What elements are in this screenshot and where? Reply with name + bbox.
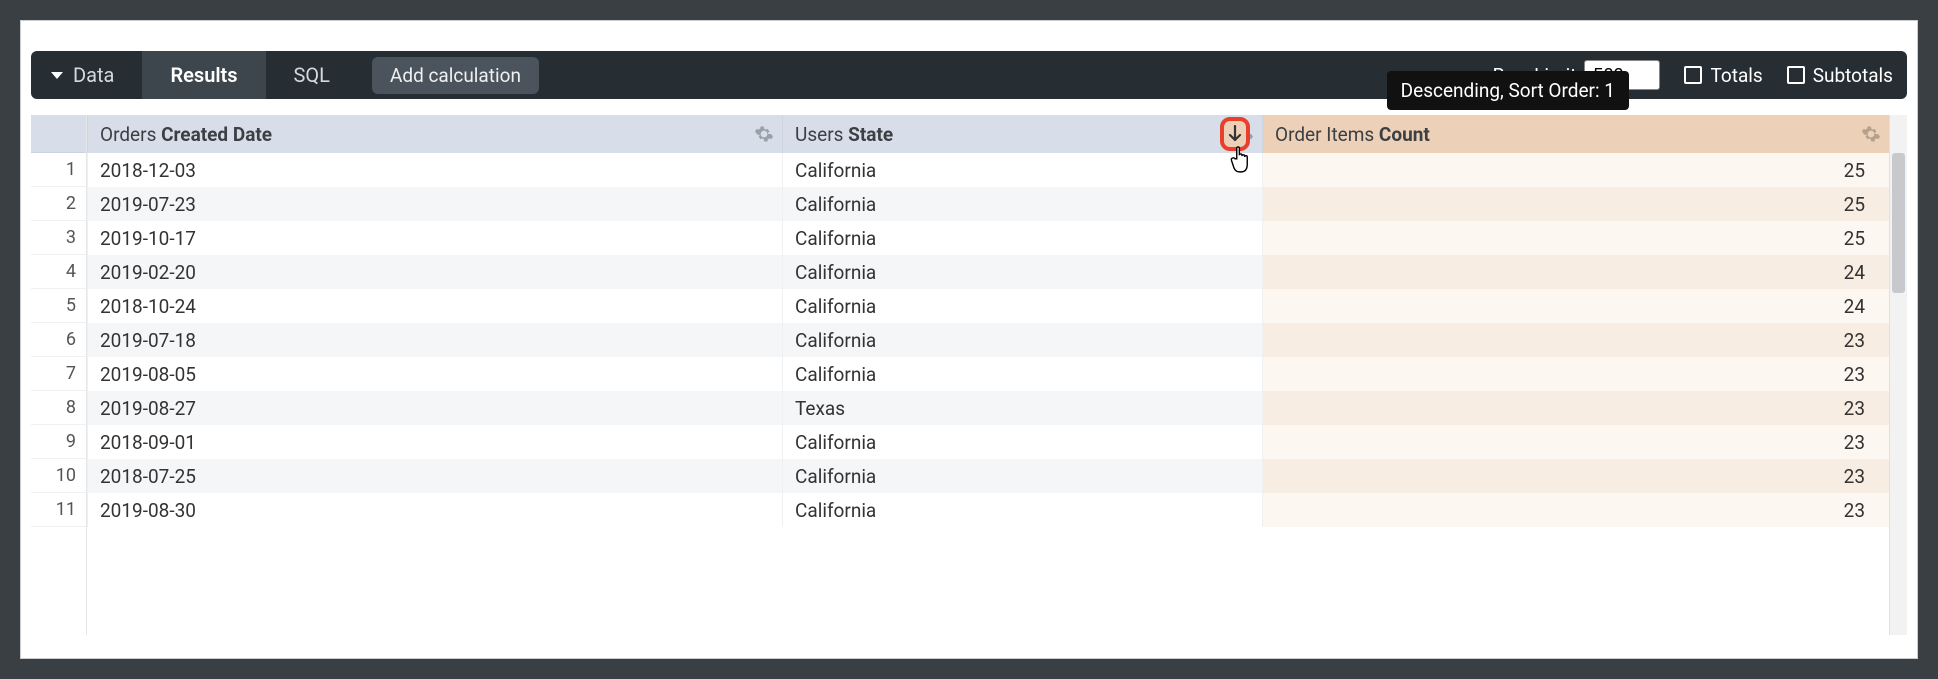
table-row[interactable]: 2019-07-23California25 [88,187,1890,221]
checkbox-icon [1787,66,1805,84]
table-row[interactable]: 2018-07-25California23 [88,459,1890,493]
table-row[interactable]: 2018-10-24California24 [88,289,1890,323]
row-number: 11 [31,493,86,527]
cell-count[interactable]: 23 [1263,425,1890,459]
cell-state[interactable]: California [783,255,1263,289]
data-area: 1234567891011 Orders Created Date [31,115,1907,635]
cell-date[interactable]: 2018-10-24 [88,289,783,323]
tab-results[interactable]: Results [142,51,265,99]
data-grid: Orders Created Date Users State [87,115,1889,635]
cell-date[interactable]: 2019-07-18 [88,323,783,357]
pointer-cursor-icon [1228,143,1256,175]
app-frame: Data Results SQL Add calculation Row Lim… [20,20,1918,659]
row-number: 4 [31,255,86,289]
row-number: 5 [31,289,86,323]
arrow-down-icon [1228,125,1242,143]
checkbox-icon [1684,66,1702,84]
cell-state[interactable]: California [783,221,1263,255]
cell-state[interactable]: California [783,323,1263,357]
row-number: 2 [31,187,86,221]
cell-state[interactable]: California [783,187,1263,221]
cell-count[interactable]: 25 [1263,221,1890,255]
table-row[interactable]: 2019-08-30California23 [88,493,1890,527]
cell-count[interactable]: 23 [1263,493,1890,527]
cell-date[interactable]: 2019-08-05 [88,357,783,391]
cell-state[interactable]: California [783,289,1263,323]
column-prefix: Users [795,123,848,146]
gear-icon[interactable] [754,124,774,144]
vertical-scrollbar[interactable] [1889,115,1907,635]
subtotals-label: Subtotals [1813,64,1893,87]
row-number: 3 [31,221,86,255]
cell-count[interactable]: 23 [1263,323,1890,357]
column-header-count[interactable]: Order Items Count [1263,115,1890,153]
row-number: 6 [31,323,86,357]
caret-down-icon [51,72,63,79]
row-number: 9 [31,425,86,459]
row-number: 7 [31,357,86,391]
cell-date[interactable]: 2018-12-03 [88,153,783,187]
tab-sql-label: SQL [294,63,330,87]
row-number: 8 [31,391,86,425]
cell-date[interactable]: 2018-09-01 [88,425,783,459]
column-bold: State [848,123,893,146]
cell-date[interactable]: 2019-07-23 [88,187,783,221]
table-row[interactable]: 2018-12-03California25 [88,153,1890,187]
table-row[interactable]: 2018-09-01California23 [88,425,1890,459]
add-calculation-label: Add calculation [390,64,521,87]
column-header-created-date[interactable]: Orders Created Date [88,115,783,153]
column-bold: Count [1379,123,1430,146]
column-prefix: Orders [100,123,161,146]
table-row[interactable]: 2019-07-18California23 [88,323,1890,357]
cell-count[interactable]: 23 [1263,357,1890,391]
totals-label: Totals [1710,64,1762,87]
column-header-state[interactable]: Users State [783,115,1263,153]
cell-state[interactable]: Texas [783,391,1263,425]
cell-count[interactable]: 25 [1263,187,1890,221]
cell-state[interactable]: California [783,493,1263,527]
cell-count[interactable]: 24 [1263,289,1890,323]
table-row[interactable]: 2019-08-27Texas23 [88,391,1890,425]
scrollbar-thumb[interactable] [1892,153,1905,293]
sort-tooltip: Descending, Sort Order: 1 [1387,71,1629,110]
cell-count[interactable]: 24 [1263,255,1890,289]
totals-checkbox[interactable]: Totals [1684,64,1762,87]
tab-data-label: Data [73,63,114,87]
subtotals-checkbox[interactable]: Subtotals [1787,64,1893,87]
row-number: 1 [31,153,86,187]
rownum-column: 1234567891011 [31,115,87,635]
tab-sql[interactable]: SQL [266,51,358,99]
tab-results-label: Results [170,63,237,87]
cell-date[interactable]: 2019-08-30 [88,493,783,527]
row-number: 10 [31,459,86,493]
column-prefix: Order Items [1275,123,1379,146]
cell-count[interactable]: 23 [1263,459,1890,493]
cell-state[interactable]: California [783,153,1263,187]
table-row[interactable]: 2019-02-20California24 [88,255,1890,289]
cell-state[interactable]: California [783,357,1263,391]
tab-data[interactable]: Data [45,51,142,99]
table-row[interactable]: 2019-10-17California25 [88,221,1890,255]
cell-state[interactable]: California [783,459,1263,493]
cell-date[interactable]: 2018-07-25 [88,459,783,493]
cell-date[interactable]: 2019-08-27 [88,391,783,425]
cell-date[interactable]: 2019-10-17 [88,221,783,255]
cell-count[interactable]: 25 [1263,153,1890,187]
column-bold: Created Date [161,123,272,146]
cell-state[interactable]: California [783,425,1263,459]
add-calculation-button[interactable]: Add calculation [372,57,539,94]
rownum-header [31,115,86,153]
cell-count[interactable]: 23 [1263,391,1890,425]
table-row[interactable]: 2019-08-05California23 [88,357,1890,391]
cell-date[interactable]: 2019-02-20 [88,255,783,289]
gear-icon[interactable] [1861,124,1881,144]
